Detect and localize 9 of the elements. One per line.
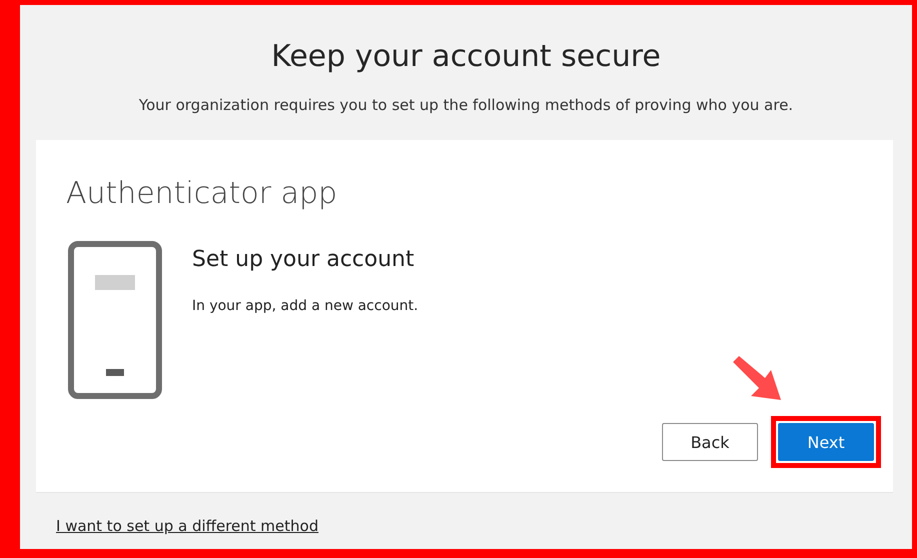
step-instruction: In your app, add a new account. [192,298,418,314]
page-subtitle: Your organization requires you to set up the following methods of proving who you are. [138,96,794,114]
page-title: Keep your account secure [271,39,661,74]
back-button[interactable]: Back [662,423,758,461]
phone-icon [68,241,162,399]
next-button[interactable]: Next [778,423,874,461]
different-method-link[interactable]: I want to set up a different method [56,517,318,535]
method-heading: Authenticator app [66,176,338,211]
step-title: Set up your account [192,247,414,272]
